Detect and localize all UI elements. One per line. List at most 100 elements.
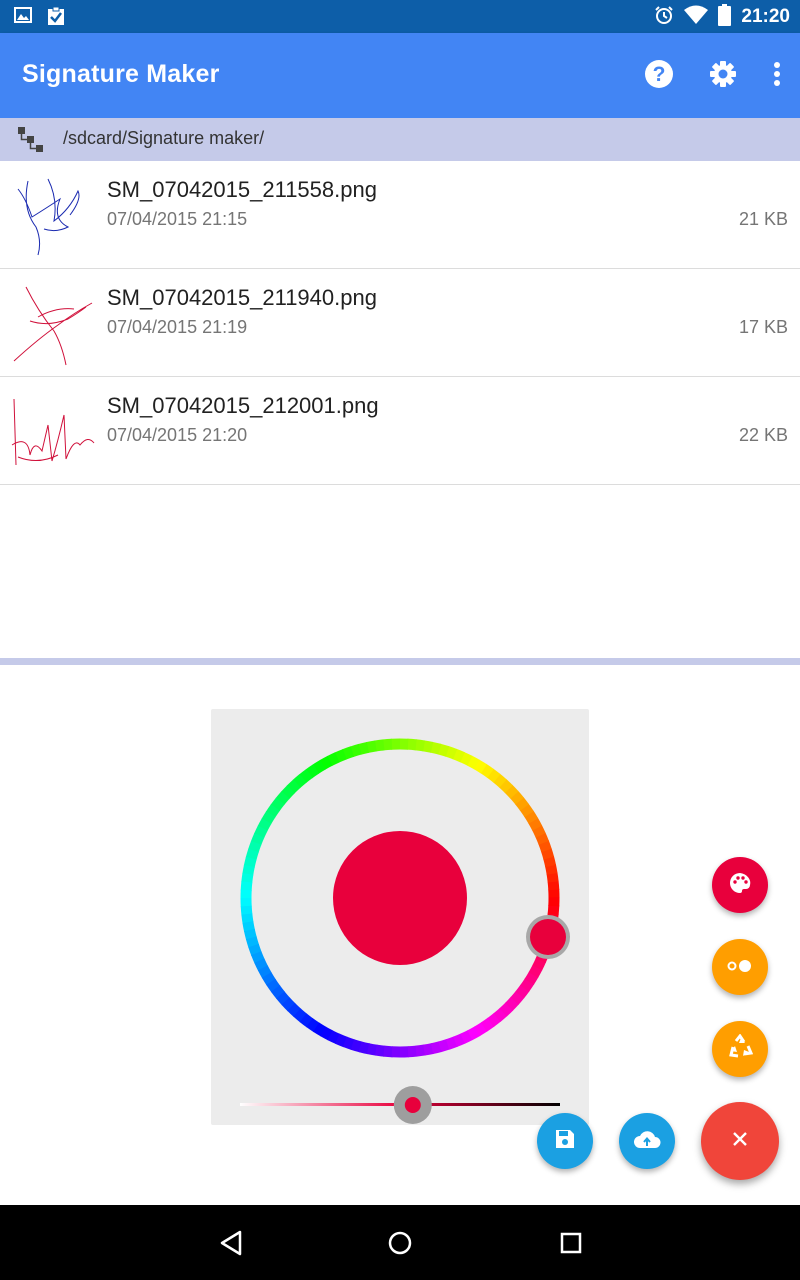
hue-ring-segment[interactable] [493, 1007, 508, 1022]
close-button[interactable] [701, 1102, 779, 1180]
hue-ring-segment[interactable] [248, 943, 262, 956]
hue-ring-segment[interactable] [375, 1044, 386, 1057]
hue-ring-segment[interactable] [334, 749, 347, 763]
hue-ring-segment[interactable] [415, 1044, 426, 1057]
hue-ring-segment[interactable] [438, 1038, 451, 1053]
hue-ring-segment[interactable] [467, 1026, 481, 1041]
hue-handle[interactable] [530, 919, 566, 955]
hue-ring-segment[interactable] [509, 790, 524, 805]
hue-ring-segment[interactable] [382, 738, 393, 751]
hue-ring-segment[interactable] [531, 824, 546, 838]
hue-ring-segment[interactable] [242, 864, 255, 876]
hue-ring-segment[interactable] [492, 773, 507, 788]
hue-ring-segment[interactable] [480, 763, 494, 778]
hue-ring-segment[interactable] [452, 748, 465, 763]
settings-gear-icon[interactable] [709, 60, 737, 92]
hue-ring-segment[interactable] [528, 964, 543, 978]
help-icon[interactable]: ? [644, 59, 674, 93]
hue-ring-segment[interactable] [524, 810, 539, 824]
hue-ring-segment[interactable] [342, 746, 355, 760]
hue-ring-segment[interactable] [414, 739, 425, 752]
hue-ring-segment[interactable] [292, 774, 307, 789]
hue-ring-segment[interactable] [240, 905, 253, 916]
upload-button[interactable] [619, 1113, 675, 1169]
hue-ring-segment[interactable] [319, 755, 333, 770]
clear-button[interactable] [712, 1021, 768, 1077]
hue-ring-segment[interactable] [241, 913, 254, 924]
hue-ring-segment[interactable] [510, 990, 525, 1005]
hue-ring-segment[interactable] [293, 1008, 308, 1023]
hue-ring-segment[interactable] [547, 904, 560, 915]
hue-ring-segment[interactable] [257, 818, 272, 832]
hue-ring-segment[interactable] [335, 1033, 348, 1048]
hue-ring-segment[interactable] [515, 984, 530, 999]
hue-ring-segment[interactable] [261, 811, 276, 825]
hue-ring-segment[interactable] [281, 997, 296, 1012]
hue-ring-segment[interactable] [287, 1002, 302, 1018]
hue-ring-segment[interactable] [407, 1045, 418, 1058]
hue-ring-segment[interactable] [326, 752, 340, 767]
hue-ring-segment[interactable] [245, 936, 260, 949]
hue-ring-segment[interactable] [261, 972, 276, 986]
hue-ring-segment[interactable] [473, 759, 487, 774]
file-row[interactable]: SM_07042015_212001.png 07/04/2015 21:20 … [0, 377, 800, 485]
hue-ring-segment[interactable] [270, 985, 286, 1000]
hue-ring-segment[interactable] [480, 1017, 495, 1032]
hue-ring-segment[interactable] [327, 1030, 341, 1045]
hue-ring-segment[interactable] [445, 746, 458, 760]
hue-ring-segment[interactable] [358, 1041, 370, 1055]
hue-ring-segment[interactable] [383, 1045, 394, 1058]
hue-ring-segment[interactable] [243, 928, 257, 941]
hue-ring-segment[interactable] [312, 759, 326, 774]
hue-ring-segment[interactable] [524, 971, 539, 985]
hue-ring-segment[interactable] [430, 741, 442, 755]
hue-ring-segment[interactable] [528, 817, 543, 831]
hue-ring-segment[interactable] [366, 740, 377, 753]
hue-ring-segment[interactable] [250, 833, 265, 846]
hue-ring-segment[interactable] [459, 751, 473, 766]
hue-ring-segment[interactable] [406, 738, 417, 751]
hue-ring-segment[interactable] [538, 840, 552, 853]
hue-ring-segment[interactable] [445, 1036, 458, 1050]
hue-ring-segment[interactable] [276, 991, 291, 1006]
hue-ring-segment[interactable] [486, 768, 501, 783]
hue-ring-segment[interactable] [547, 880, 560, 891]
hue-ring-segment[interactable] [265, 804, 280, 818]
hue-ring-segment[interactable] [305, 764, 320, 779]
hue-ring-segment[interactable] [545, 864, 558, 875]
hue-ring-segment[interactable] [243, 856, 257, 868]
hue-ring-segment[interactable] [374, 739, 385, 752]
hue-ring-segment[interactable] [504, 996, 520, 1011]
hue-ring-segment[interactable] [320, 1026, 334, 1041]
hue-ring-segment[interactable] [342, 1036, 355, 1050]
overflow-menu-icon[interactable] [772, 60, 782, 92]
selected-color-swatch[interactable] [333, 831, 467, 965]
hue-ring-segment[interactable] [520, 978, 535, 992]
hue-ring-segment[interactable] [499, 1002, 514, 1017]
file-row[interactable]: SM_07042015_211940.png 07/04/2015 21:19 … [0, 269, 800, 377]
save-button[interactable] [537, 1113, 593, 1169]
hue-ring-segment[interactable] [245, 848, 259, 861]
hue-ring-segment[interactable] [280, 785, 296, 800]
hue-ring-segment[interactable] [460, 1029, 474, 1044]
value-slider-handle[interactable] [404, 1097, 421, 1113]
home-icon[interactable] [388, 1231, 412, 1259]
hue-ring-segment[interactable] [514, 796, 530, 811]
hue-ring-segment[interactable] [543, 855, 557, 868]
hue-ring-segment[interactable] [270, 797, 285, 812]
hue-ring-segment[interactable] [275, 791, 290, 806]
hue-ring-segment[interactable] [251, 951, 265, 964]
hue-ring-segment[interactable] [546, 872, 559, 883]
hue-ring-segment[interactable] [532, 957, 547, 971]
hue-ring-segment[interactable] [422, 740, 434, 753]
hue-ring-segment[interactable] [430, 1041, 443, 1055]
hue-ring-segment[interactable] [313, 1022, 327, 1037]
hue-ring-segment[interactable] [487, 1012, 502, 1028]
hue-ring-segment[interactable] [466, 755, 480, 770]
recents-icon[interactable] [560, 1232, 582, 1258]
hue-ring-segment[interactable] [366, 1043, 378, 1056]
hue-ring-segment[interactable] [474, 1022, 488, 1037]
hue-ring-segment[interactable] [423, 1043, 434, 1056]
hue-ring-segment[interactable] [437, 743, 450, 757]
palette-button[interactable] [712, 857, 768, 913]
